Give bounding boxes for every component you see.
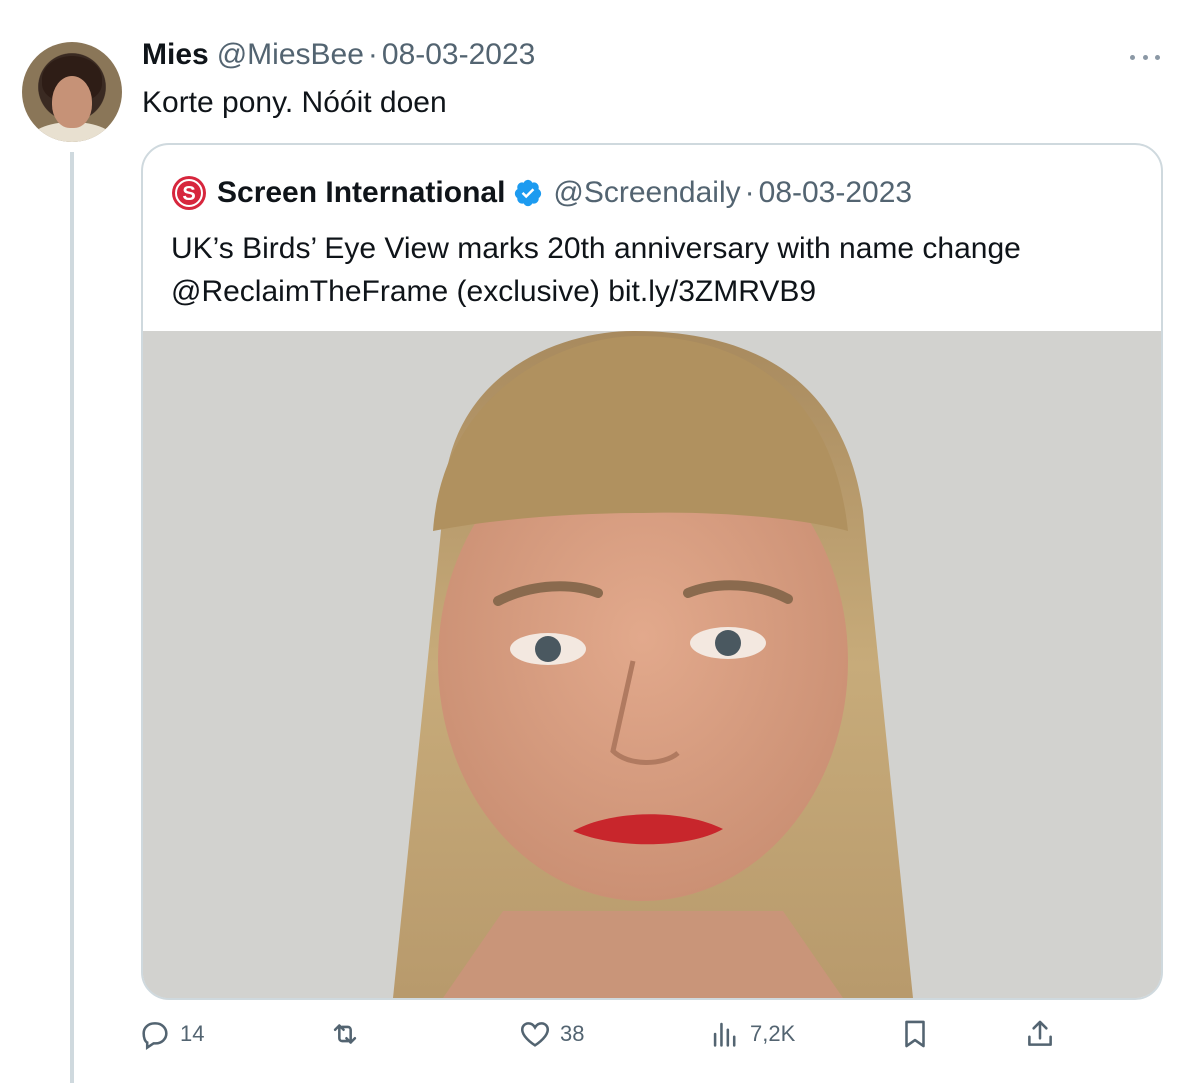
more-horizontal-icon[interactable] <box>1130 50 1160 64</box>
handle[interactable]: @MiesBee <box>217 38 364 72</box>
more-dot <box>1130 54 1135 60</box>
screen-international-logo: S <box>172 176 206 210</box>
quote-handle[interactable]: @Screendaily <box>553 176 740 210</box>
more-dot <box>1142 54 1148 60</box>
quote-date[interactable]: 08-03-2023 <box>759 176 912 210</box>
tweet: Mies @MiesBee · 08-03-2023 Korte pony. N… <box>0 0 1200 1083</box>
portrait-photo <box>143 331 1161 998</box>
tweet-text: Korte pony. Nóóit doen <box>142 86 447 119</box>
quote-text: UK’s Birds’ Eye View marks 20th annivers… <box>171 227 1131 313</box>
like-button[interactable]: 38 <box>518 1012 584 1056</box>
quote-header: S Screen International @Screendaily · 08… <box>171 173 912 213</box>
reply-icon <box>142 1022 168 1050</box>
quote-display-name[interactable]: Screen International <box>217 176 505 210</box>
heart-icon <box>520 1022 550 1047</box>
bookmark-button[interactable] <box>898 1012 932 1056</box>
tweet-date[interactable]: 08-03-2023 <box>382 38 535 72</box>
display-name[interactable]: Mies <box>142 38 209 72</box>
separator-dot: · <box>744 176 755 209</box>
like-count: 38 <box>560 1021 585 1046</box>
reply-button[interactable]: 14 <box>138 1012 204 1056</box>
tweet-header: Mies @MiesBee · 08-03-2023 <box>142 38 535 76</box>
reply-count: 14 <box>180 1021 205 1046</box>
quote-media-photo[interactable] <box>143 331 1161 998</box>
share-icon <box>1028 1020 1052 1046</box>
retweet-icon <box>333 1024 357 1044</box>
quote-tweet-card[interactable]: S Screen International @Screendaily · 08… <box>141 143 1163 1000</box>
verified-badge-icon <box>515 179 542 207</box>
avatar[interactable] <box>22 42 122 142</box>
more-dot <box>1155 54 1160 60</box>
svg-text:S: S <box>182 183 195 205</box>
share-button[interactable] <box>1023 1012 1057 1056</box>
avatar-face <box>52 76 92 128</box>
quote-text-line: UK’s Birds’ Eye View marks 20th annivers… <box>171 232 1021 265</box>
view-count: 7,2K <box>750 1021 796 1046</box>
quote-text-line: @ReclaimTheFrame (exclusive) bit.ly/3ZMR… <box>171 275 817 308</box>
bookmark-icon <box>905 1020 925 1048</box>
separator-dot: · <box>367 38 378 71</box>
thread-line <box>70 152 74 1083</box>
retweet-button[interactable] <box>328 1012 370 1056</box>
views-button[interactable]: 7,2K <box>708 1012 795 1056</box>
action-bar: 14 38 7,2K <box>138 1012 1058 1056</box>
views-chart-icon <box>713 1022 736 1047</box>
